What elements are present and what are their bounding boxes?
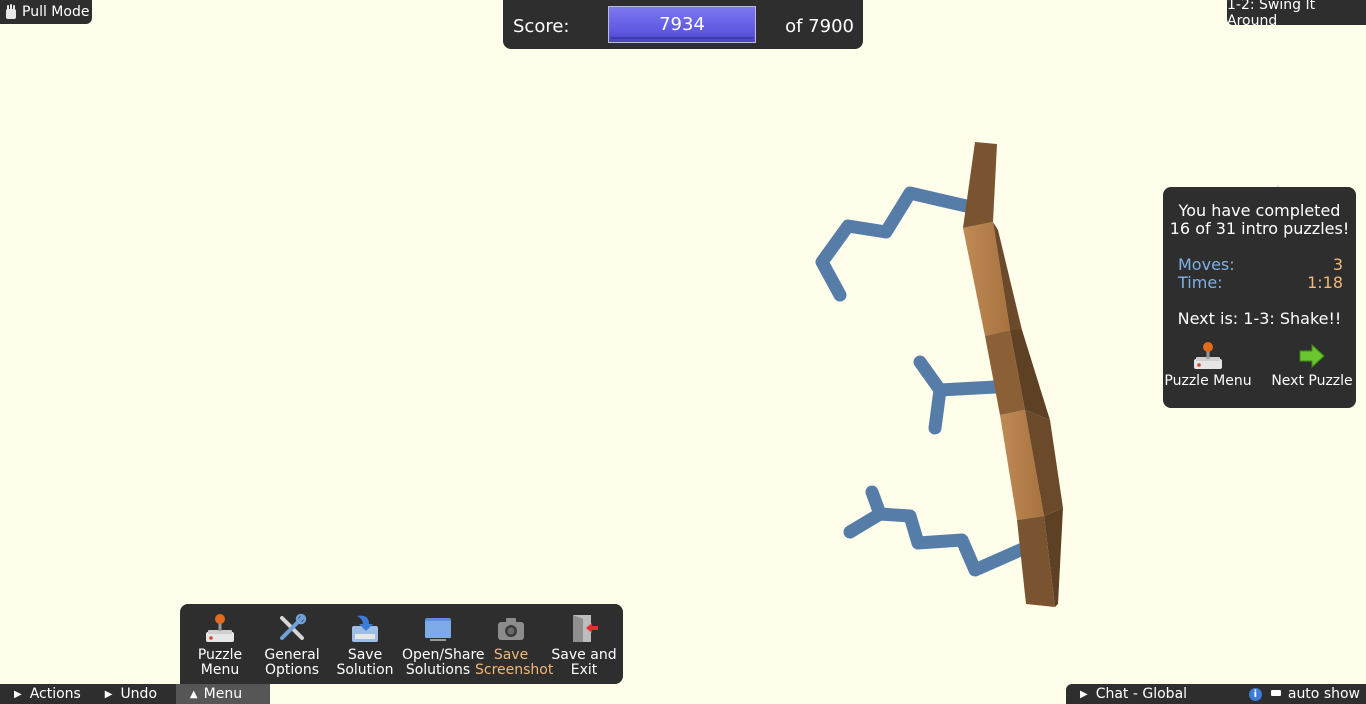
chat-bar[interactable]: ▶ Chat - Global i auto show — [1066, 684, 1366, 704]
moves-label: Moves: — [1178, 255, 1235, 274]
puzzle-title: 1-2: Swing It Around — [1227, 0, 1366, 29]
joystick-icon — [1194, 342, 1222, 369]
score-label: Score: — [513, 16, 570, 37]
menu-item-line1: Puzzle — [197, 647, 243, 663]
moves-row: Moves: 3 — [1178, 255, 1343, 274]
up-triangle-icon: ▲ — [189, 688, 198, 700]
completion-line-1: You have completed — [1178, 201, 1341, 220]
menu-item-line1: General — [264, 647, 320, 663]
chat-label: Chat - Global — [1095, 686, 1188, 702]
menu-item-line1: Open/Share — [402, 647, 485, 663]
menu-item-line2: Menu — [200, 662, 240, 678]
menu-item-line2: Exit — [570, 662, 598, 678]
bottom-toolbar: ▶ Actions ▶ Undo ▲ Menu — [0, 684, 270, 704]
menu-save-and-exit-button[interactable]: Save and Exit — [548, 612, 620, 678]
camera-icon — [498, 618, 524, 640]
info-icon[interactable]: i — [1248, 687, 1262, 701]
score-value-box: 7934 — [608, 6, 756, 43]
score-value: 7934 — [659, 14, 705, 35]
menu-button[interactable]: ▲ Menu — [175, 684, 270, 704]
time-label: Time: — [1178, 273, 1223, 292]
menu-item-line1: Save and — [551, 647, 617, 663]
menu-item-line2: Solution — [336, 662, 394, 678]
undo-button[interactable]: ▶ Undo — [89, 684, 176, 704]
auto-show-toggle[interactable]: auto show — [1288, 686, 1360, 702]
next-puzzle-label: Next Puzzle — [1271, 373, 1353, 389]
puzzle-menu-button[interactable]: Puzzle Menu — [1160, 341, 1256, 389]
actions-button[interactable]: ▶ Actions — [0, 684, 89, 704]
completion-message: You have completed 16 of 31 intro puzzle… — [1163, 202, 1356, 238]
moves-value: 3 — [1332, 255, 1343, 274]
menu-item-line2: Options — [264, 662, 320, 678]
menu-open-share-button[interactable]: Open/Share Solutions — [402, 612, 485, 678]
time-value: 1:18 — [1307, 273, 1343, 292]
puzzle-menu-label: Puzzle Menu — [1164, 373, 1252, 389]
sidechain-middle[interactable] — [913, 355, 1002, 435]
menu-label: Menu — [203, 686, 243, 702]
score-panel: Score: 7934 of 7900 — [503, 0, 863, 49]
actions-label: Actions — [29, 686, 81, 702]
save-icon — [352, 615, 378, 642]
tools-icon — [280, 613, 307, 640]
next-puzzle-button[interactable]: Next Puzzle — [1264, 341, 1360, 389]
completion-panel: You have completed 16 of 31 intro puzzle… — [1163, 187, 1356, 408]
score-max: of 7900 — [785, 16, 854, 37]
protein-backbone[interactable] — [963, 142, 1063, 607]
menu-save-solution-button[interactable]: Save Solution — [329, 612, 401, 678]
menu-item-line2: Screenshot — [475, 662, 554, 678]
pull-mode-label: Pull Mode — [22, 4, 90, 20]
arrow-right-icon — [1299, 343, 1325, 369]
pull-mode-indicator[interactable]: Pull Mode — [0, 0, 92, 24]
play-triangle-icon: ▶ — [1080, 688, 1088, 700]
completion-line-2: 16 of 31 intro puzzles! — [1169, 219, 1350, 238]
undo-label: Undo — [120, 686, 158, 702]
menu-item-line1: Save — [347, 647, 383, 663]
menu-panel: Puzzle Menu General Options Save Solutio… — [180, 604, 623, 684]
puzzle-title-label: 1-2: Swing It Around — [1227, 0, 1316, 29]
sidechain-top[interactable] — [815, 186, 982, 302]
next-puzzle-info: Next is: 1-3: Shake!! — [1177, 309, 1342, 328]
joystick-icon — [206, 614, 234, 642]
menu-save-screenshot-button[interactable]: Save Screenshot — [475, 612, 554, 678]
folder-icon — [425, 618, 451, 641]
menu-item-line1: Save — [493, 647, 529, 663]
menu-general-options-button[interactable]: General Options — [256, 612, 328, 678]
exit-door-icon — [573, 615, 598, 642]
time-row: Time: 1:18 — [1178, 273, 1343, 292]
play-triangle-icon: ▶ — [14, 688, 22, 700]
minimize-icon[interactable] — [1270, 689, 1281, 696]
hand-cursor-icon — [6, 4, 16, 19]
sidechain-bottom[interactable] — [843, 485, 1032, 577]
play-triangle-icon: ▶ — [104, 688, 113, 700]
menu-puzzle-menu-button[interactable]: Puzzle Menu — [184, 612, 256, 678]
menu-item-line2: Solutions — [405, 662, 471, 678]
